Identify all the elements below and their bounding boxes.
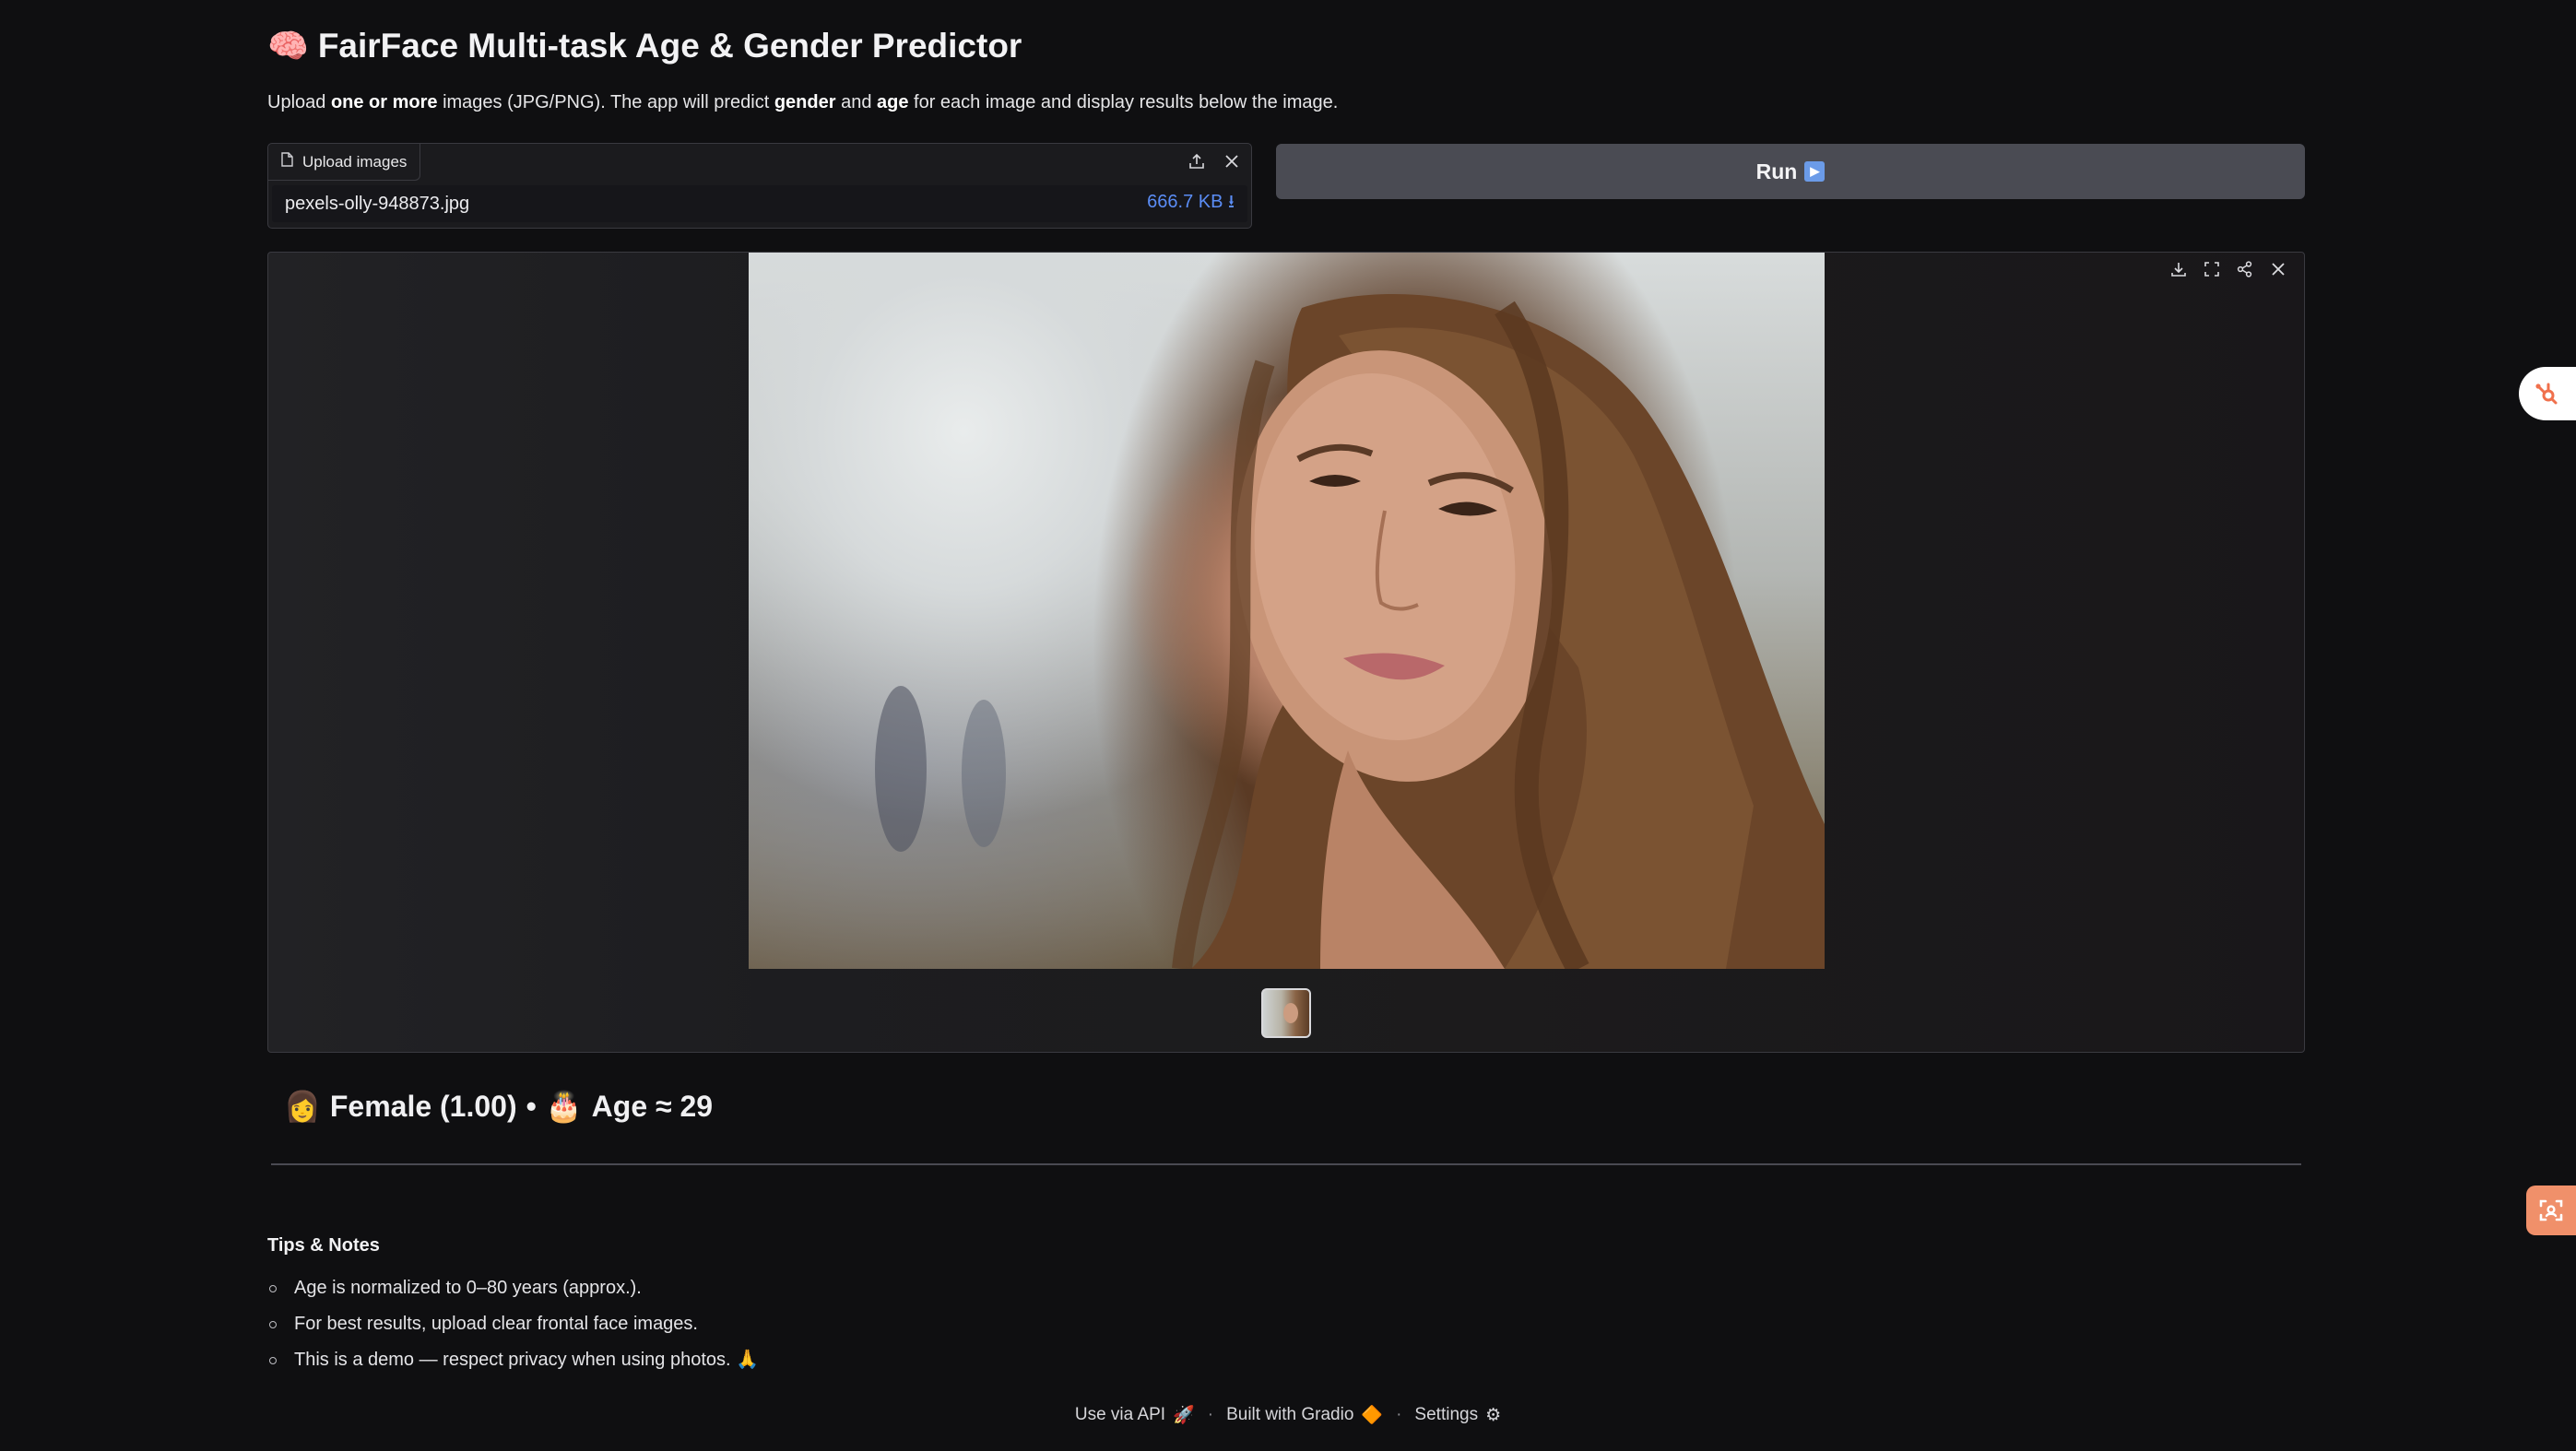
- page-title: 🧠 FairFace Multi-task Age & Gender Predi…: [267, 20, 1022, 72]
- screenshot-capture-button[interactable]: [2526, 1186, 2576, 1235]
- hubspot-widget-button[interactable]: [2519, 367, 2576, 420]
- clear-icon[interactable]: [1218, 147, 1246, 175]
- gradio-logo-icon: 🔶: [1361, 1406, 1384, 1425]
- result-separator: •: [526, 1089, 537, 1123]
- file-download-link[interactable]: 666.7 KB ⭳: [1147, 188, 1235, 219]
- description-bold: one or more: [330, 92, 438, 112]
- tips-list: Age is normalized to 0–80 years (approx.…: [267, 1270, 759, 1378]
- divider: [271, 1163, 2301, 1165]
- description-text: for each image and display results below…: [908, 92, 1339, 112]
- download-icon[interactable]: [2164, 254, 2193, 284]
- uploaded-file-row: pexels-olly-948873.jpg 666.7 KB ⭳: [272, 185, 1247, 222]
- thumbnail-face: [1283, 1003, 1298, 1023]
- prediction-result: 👩 Female (1.00) • 🎂 Age ≈ 29: [284, 1083, 713, 1129]
- list-item: Age is normalized to 0–80 years (approx.…: [267, 1270, 759, 1306]
- page-title-text: FairFace Multi-task Age & Gender Predict…: [317, 27, 1022, 65]
- rocket-icon: 🚀: [1173, 1406, 1195, 1425]
- close-icon[interactable]: [2263, 254, 2293, 284]
- play-icon: ▶: [1804, 161, 1826, 182]
- footer-separator: ·: [1396, 1405, 1402, 1424]
- portrait-illustration: [875, 294, 1825, 969]
- image-gallery: [267, 252, 2305, 1053]
- file-icon: [281, 152, 293, 171]
- use-via-api-link[interactable]: Use via API 🚀: [1075, 1404, 1195, 1426]
- file-upload-panel[interactable]: Upload images pexels-olly-948873.jpg 666…: [267, 143, 1252, 229]
- upload-icon[interactable]: [1183, 147, 1211, 175]
- tips-title: Tips & Notes: [267, 1235, 380, 1256]
- run-button-label: Run: [1755, 159, 1798, 183]
- description: Upload one or more images (JPG/PNG). The…: [267, 92, 1338, 113]
- api-link-text: Use via API: [1074, 1405, 1166, 1424]
- footer: Use via API 🚀 · Built with Gradio 🔶 · Sett…: [0, 1401, 2576, 1429]
- description-bold: age: [877, 92, 909, 112]
- settings-link[interactable]: Settings ⚙: [1414, 1405, 1501, 1426]
- gender-prediction: Female (1.00): [329, 1089, 517, 1123]
- age-prediction: Age ≈ 29: [591, 1089, 714, 1123]
- footer-separator: ·: [1207, 1405, 1214, 1424]
- description-text: Upload: [267, 92, 331, 112]
- gallery-actions: [2164, 254, 2293, 284]
- file-name: pexels-olly-948873.jpg: [285, 193, 470, 214]
- run-button[interactable]: Run ▶: [1276, 144, 2305, 199]
- upload-label-text: Upload images: [302, 152, 408, 171]
- cake-icon: 🎂: [545, 1090, 583, 1123]
- built-with-gradio-link[interactable]: Built with Gradio 🔶: [1226, 1404, 1383, 1426]
- capture-icon: [2539, 1199, 2563, 1221]
- preview-image[interactable]: [749, 253, 1825, 969]
- fullscreen-icon[interactable]: [2197, 254, 2227, 284]
- gradio-link-text: Built with Gradio: [1226, 1405, 1354, 1424]
- description-text: and: [835, 92, 877, 112]
- description-text: images (JPG/PNG). The app will predict: [437, 92, 774, 112]
- upload-label: Upload images: [268, 144, 420, 181]
- brain-icon: 🧠: [267, 27, 309, 65]
- gear-icon: ⚙: [1485, 1405, 1502, 1425]
- hubspot-icon: [2535, 383, 2558, 405]
- share-icon[interactable]: [2230, 254, 2260, 284]
- list-item: This is a demo — respect privacy when us…: [267, 1342, 759, 1378]
- settings-link-text: Settings: [1414, 1405, 1479, 1424]
- woman-icon: 👩: [284, 1090, 321, 1123]
- description-bold: gender: [774, 92, 836, 112]
- list-item: For best results, upload clear frontal f…: [267, 1306, 759, 1342]
- upload-actions: [1183, 147, 1246, 175]
- gallery-thumbnail[interactable]: [1261, 988, 1311, 1038]
